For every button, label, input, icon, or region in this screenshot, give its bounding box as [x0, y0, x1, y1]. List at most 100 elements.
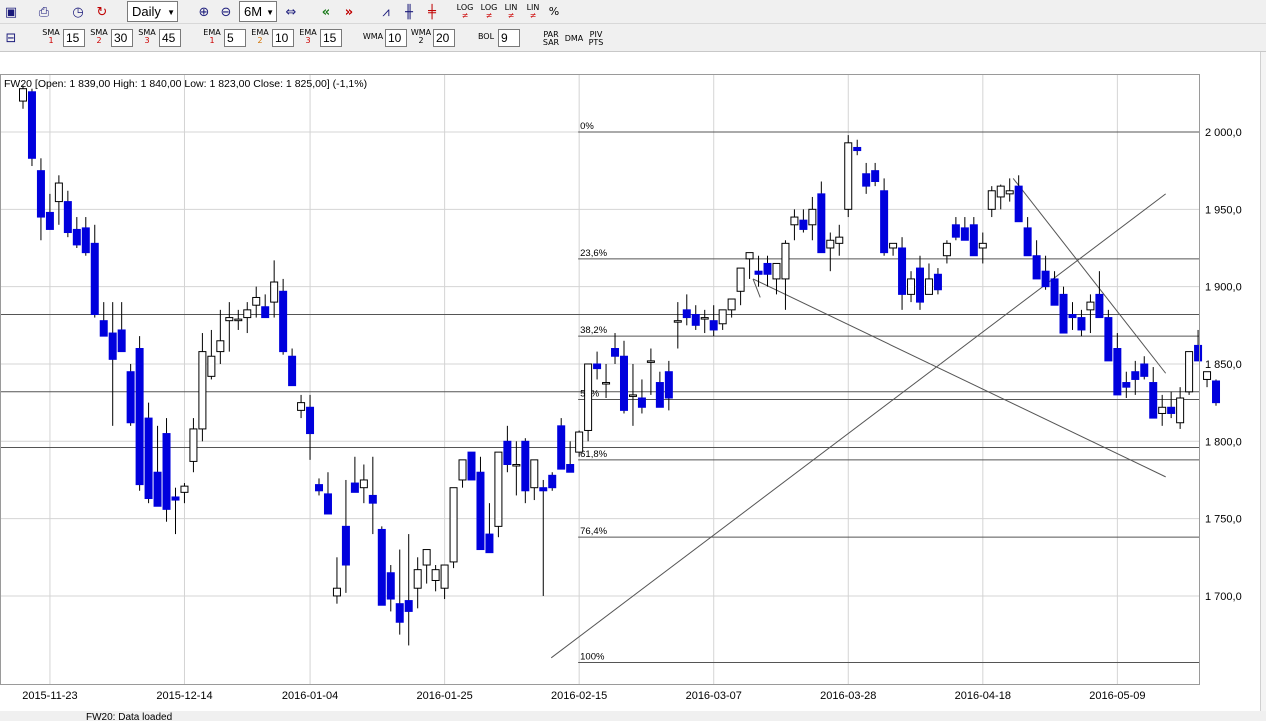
timer-button[interactable]: ◷ [68, 2, 88, 22]
range-select[interactable]: 6M ▼ [239, 1, 277, 22]
candle-body-down [1194, 344, 1203, 362]
y-tick-label: 2 000,0 [1205, 127, 1242, 139]
candle [90, 224, 99, 318]
candle [63, 190, 72, 238]
y-tick-label: 1 900,0 [1205, 282, 1242, 294]
zoom-out-button[interactable]: ⊖ [216, 2, 236, 22]
candle [1077, 309, 1086, 337]
period-select[interactable]: Daily ▼ [127, 1, 178, 22]
candle-body-up [19, 88, 27, 102]
pivpts-label-2: PTS [588, 38, 604, 47]
fib-level-label: 76,4% [580, 526, 607, 537]
candle [431, 565, 440, 592]
candle-body-down [315, 484, 324, 492]
scroll-right-button[interactable]: » [339, 2, 359, 22]
zoom-in-button[interactable]: ⊕ [194, 2, 214, 22]
ema-1-input[interactable] [224, 29, 246, 47]
candle-body-up [297, 402, 306, 411]
candle-body-up [996, 185, 1005, 198]
indicator-panel-button[interactable]: ⊟ [0, 28, 22, 48]
candle-body-down [898, 247, 907, 295]
ema-3-input[interactable] [320, 29, 342, 47]
candle-body-down [862, 173, 871, 187]
scale-button-2[interactable]: LOG ≠ [479, 2, 499, 22]
candle [924, 263, 933, 295]
candle-body-up [745, 252, 754, 260]
candle-body-up [808, 208, 817, 226]
candle [566, 441, 575, 473]
candle-body-down [27, 91, 36, 159]
pivot-points-button[interactable]: PIV PTS [585, 29, 607, 49]
candle [368, 456, 377, 535]
ema-2-input[interactable] [272, 29, 294, 47]
candle-body-up [628, 394, 637, 397]
bol-input[interactable] [498, 29, 520, 47]
price-chart[interactable]: 0%23,6%38,2%50%61,8%76,4%100% 1 700,01 7… [0, 74, 1260, 711]
line-chart-button[interactable]: ⩘ [376, 2, 396, 22]
refresh-icon: ↻ [96, 4, 108, 20]
candle-body-up [494, 451, 503, 527]
scrollbar[interactable] [1260, 52, 1266, 711]
sma-2-input[interactable] [111, 29, 133, 47]
indicator-label: SMA 1 [40, 29, 62, 45]
indicator-label: WMA [362, 33, 384, 41]
candle [969, 217, 978, 257]
stopwatch-icon: ◷ [72, 4, 84, 20]
candle-body-down [611, 348, 620, 357]
scroll-left-button[interactable]: « [316, 2, 336, 22]
percent-button[interactable]: % [545, 2, 563, 22]
candle [503, 425, 512, 473]
candle-body-up [889, 242, 898, 249]
candle-body-down [350, 482, 359, 493]
candle [171, 487, 180, 535]
indicator-name: BOL [477, 32, 495, 41]
candle-body-down [36, 170, 45, 218]
toolbar-icon-1[interactable]: ▣ [1, 2, 21, 22]
ohlc-chart-button[interactable]: ╫ [399, 2, 419, 22]
candle-body-up [942, 242, 951, 257]
candle-chart-button[interactable]: ╪ [422, 2, 442, 22]
candle [736, 267, 745, 306]
scale-sublabel: ≠ [507, 11, 515, 20]
double-chevron-left-icon: « [321, 4, 331, 20]
dma-button[interactable]: DMA [563, 29, 585, 49]
candle-body-up [234, 318, 243, 322]
parsar-button[interactable]: PAR SAR [540, 29, 562, 49]
scale-button-4[interactable]: LIN ≠ [523, 2, 543, 22]
candle-body-down [1104, 317, 1113, 362]
candle-body-down [1149, 382, 1158, 419]
candle-body-down [153, 471, 162, 507]
candle [664, 360, 673, 411]
candle [1185, 351, 1194, 395]
fit-button[interactable]: ⇔ [281, 2, 301, 22]
scale-label: % [548, 5, 560, 18]
sma-1-input[interactable] [63, 29, 85, 47]
candle [557, 418, 566, 470]
candle [72, 217, 81, 248]
print-button[interactable]: ⎙ [34, 2, 54, 22]
sma-3-input[interactable] [159, 29, 181, 47]
candle [1023, 217, 1032, 257]
candle-body-down [593, 363, 602, 370]
candle-body-down [395, 603, 404, 623]
candle-body-down [261, 306, 270, 319]
main-toolbar: ▣ ⎙ ◷ ↻ Daily ▼ ⊕ ⊖ 6M ▼ ⇔ « » ⩘ ╫ ╪ LOG ≠ … [0, 0, 1266, 24]
indicator-sub: 3 [144, 36, 150, 45]
scale-button-1[interactable]: LOG ≠ [455, 2, 475, 22]
wma-2-input[interactable] [433, 29, 455, 47]
wma-1-input[interactable] [385, 29, 407, 47]
candle [835, 224, 844, 256]
candle [907, 271, 916, 303]
y-tick-label: 1 700,0 [1205, 591, 1242, 603]
candle [521, 438, 530, 504]
candle [180, 483, 189, 504]
candle-body-down [72, 228, 81, 246]
candle-body-down [637, 397, 646, 408]
indicator-label: SMA 2 [88, 29, 110, 45]
candle-body-down [763, 262, 772, 275]
candle-body-up [790, 216, 799, 226]
range-select-value: 6M [244, 4, 263, 19]
scale-button-3[interactable]: LIN ≠ [501, 2, 521, 22]
candle-body-down [1212, 380, 1221, 404]
refresh-button[interactable]: ↻ [92, 2, 112, 22]
